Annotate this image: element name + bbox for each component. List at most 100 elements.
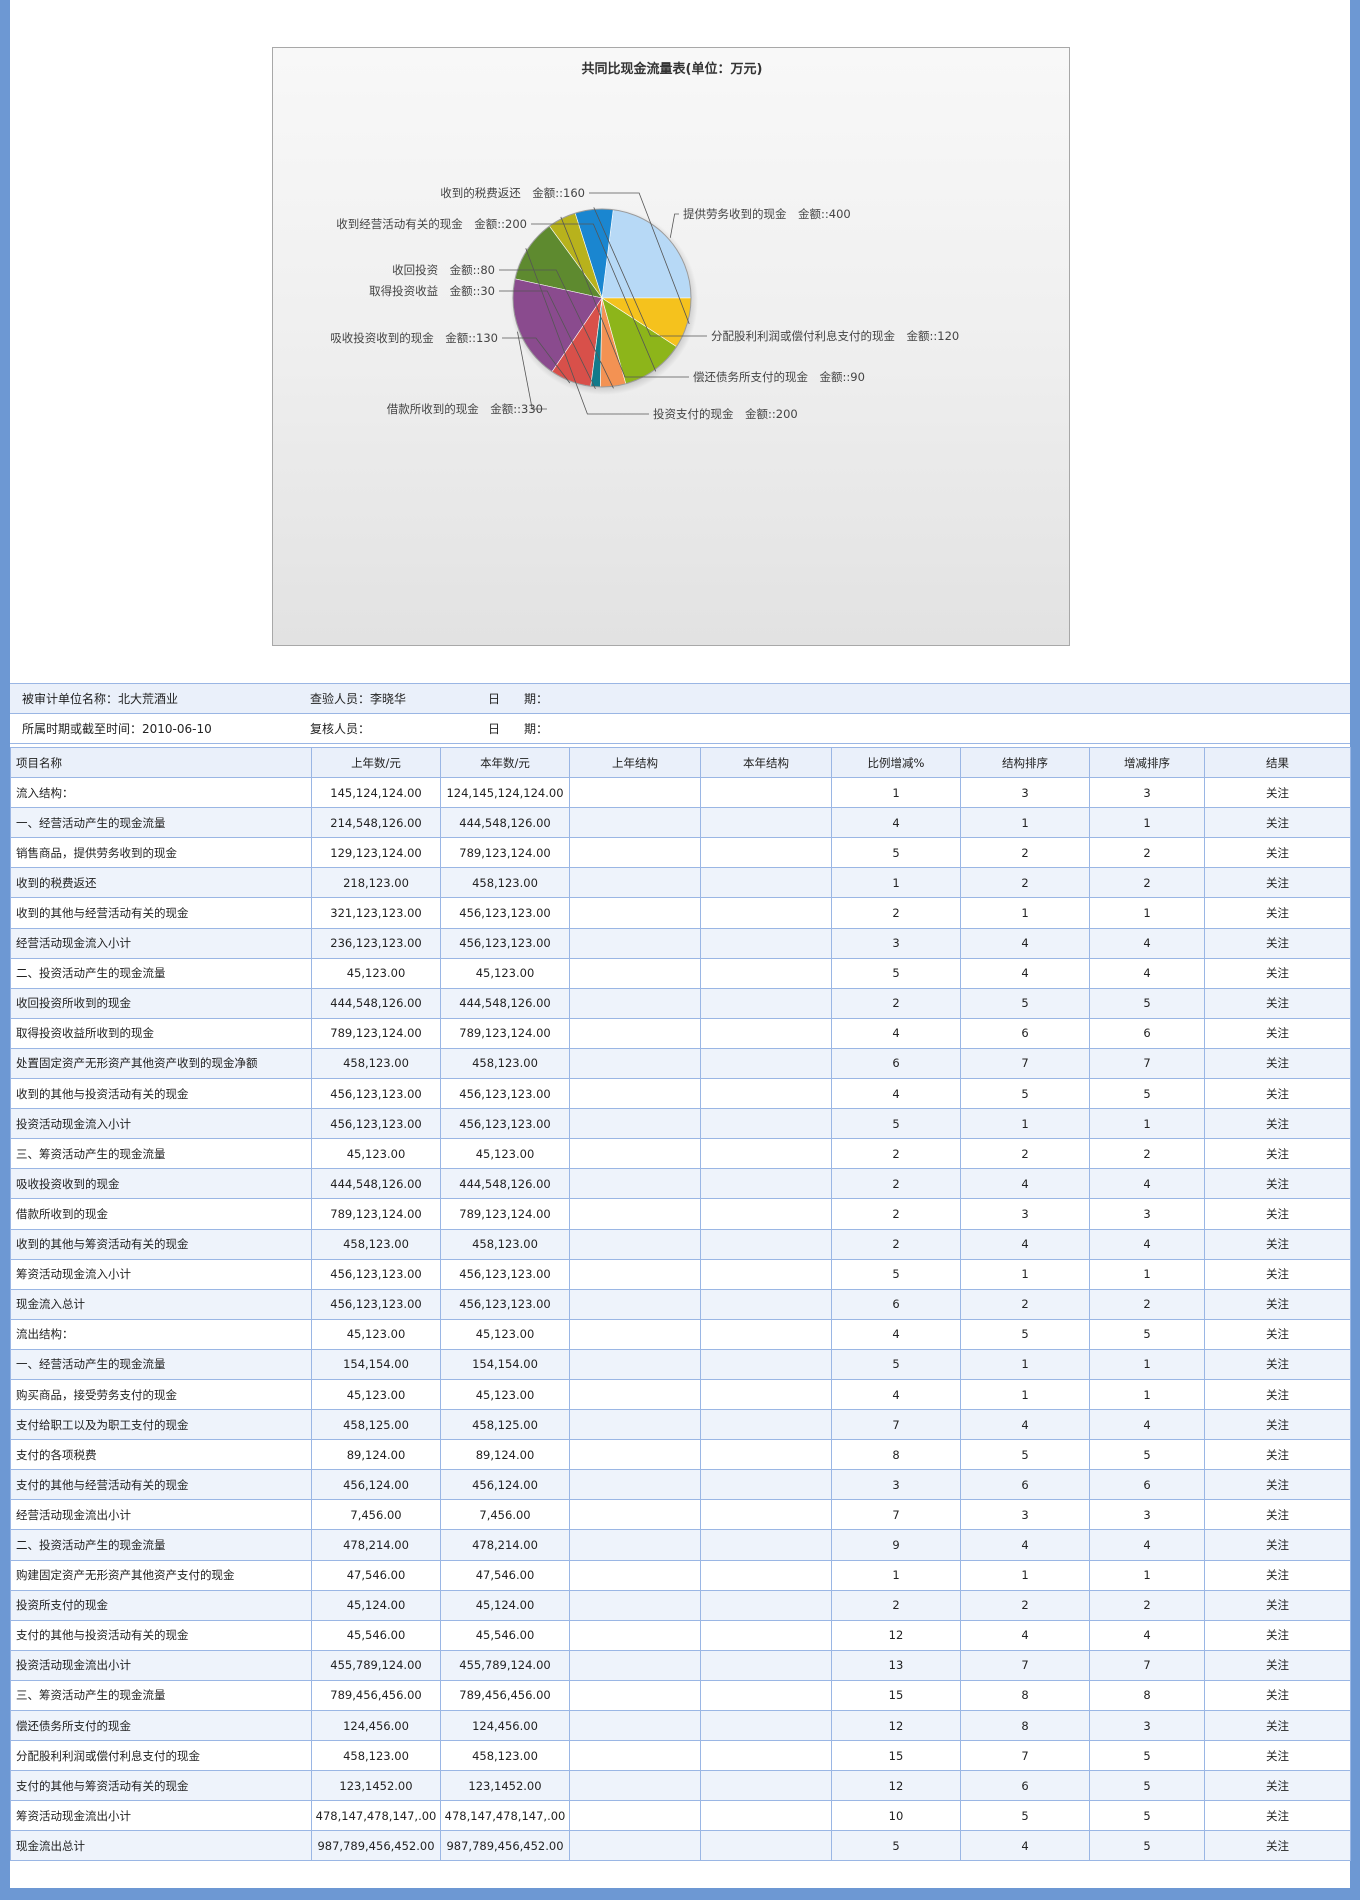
item-name-cell: 经营活动现金流入小计 xyxy=(10,927,312,959)
prev-structure-cell xyxy=(569,1378,701,1411)
prev-structure-cell xyxy=(569,1559,701,1591)
this-structure-cell xyxy=(700,1017,832,1049)
this-structure-cell xyxy=(700,1409,832,1441)
change-rank-cell: 4 xyxy=(1089,1409,1205,1441)
prev-year-cell: 45,124.00 xyxy=(311,1589,441,1621)
structure-rank-cell: 4 xyxy=(960,1529,1090,1561)
this-year-cell: 444,548,126.00 xyxy=(440,1168,570,1200)
result-cell: 关注 xyxy=(1204,987,1351,1019)
reviewer-label: 复核人员： xyxy=(298,713,476,744)
structure-rank-cell: 5 xyxy=(960,1078,1090,1110)
item-name-cell: 分配股利利润或偿付利息支付的现金 xyxy=(10,1740,312,1772)
table-row: 支付给职工以及为职工支付的现金 458,125.00 458,125.00 7 4 4 关注 xyxy=(10,1409,1351,1441)
ratio-change-cell: 15 xyxy=(831,1740,961,1772)
change-rank-cell: 4 xyxy=(1089,1228,1205,1260)
prev-structure-cell xyxy=(569,1619,701,1651)
slice-label: 吸收投资收到的现金 金额::130 xyxy=(330,331,498,345)
change-rank-cell: 5 xyxy=(1089,1078,1205,1110)
ratio-change-cell: 5 xyxy=(831,1258,961,1290)
prev-structure-cell xyxy=(569,927,701,959)
ratio-change-cell: 12 xyxy=(831,1770,961,1802)
table-row: 吸收投资收到的现金 444,548,126.00 444,548,126.00 2 4 4… xyxy=(10,1168,1351,1200)
structure-rank-cell: 5 xyxy=(960,1800,1090,1832)
item-name-cell: 二、投资活动产生的现金流量 xyxy=(10,1529,312,1561)
change-rank-cell: 6 xyxy=(1089,1017,1205,1049)
date-label: 日 期： xyxy=(476,683,1350,714)
change-rank-cell: 4 xyxy=(1089,1168,1205,1200)
prev-structure-cell xyxy=(569,807,701,839)
this-structure-cell xyxy=(700,1138,832,1170)
prev-year-cell: 455,789,124.00 xyxy=(311,1649,441,1681)
table-row: 三、筹资活动产生的现金流量 789,456,456.00 789,456,456.0… xyxy=(10,1679,1351,1712)
this-year-cell: 45,546.00 xyxy=(440,1619,570,1651)
pie-slice[interactable] xyxy=(601,209,692,299)
table-row: 收到的税费返还 218,123.00 458,123.00 1 2 2 关注 xyxy=(10,867,1351,899)
ratio-change-cell: 4 xyxy=(831,1318,961,1350)
audited-unit-label: 被审计单位名称：北大荒酒业 xyxy=(10,683,298,714)
ratio-change-cell: 4 xyxy=(831,1017,961,1049)
result-cell: 关注 xyxy=(1204,1679,1351,1712)
prev-year-cell: 124,456.00 xyxy=(311,1709,441,1742)
ratio-change-cell: 7 xyxy=(831,1409,961,1441)
result-cell: 关注 xyxy=(1204,1409,1351,1441)
ratio-change-cell: 10 xyxy=(831,1800,961,1832)
prev-structure-cell xyxy=(569,837,701,869)
prev-year-cell: 789,123,124.00 xyxy=(311,1198,441,1230)
column-header: 增减排序 xyxy=(1089,746,1205,779)
change-rank-cell: 2 xyxy=(1089,1288,1205,1320)
item-name-cell: 收回投资所收到的现金 xyxy=(10,987,312,1019)
this-structure-cell xyxy=(700,777,832,809)
change-rank-cell: 5 xyxy=(1089,1439,1205,1471)
item-name-cell: 收到的其他与经营活动有关的现金 xyxy=(10,897,312,929)
change-rank-cell: 1 xyxy=(1089,1108,1205,1140)
structure-rank-cell: 6 xyxy=(960,1770,1090,1802)
result-cell: 关注 xyxy=(1204,1740,1351,1772)
ratio-change-cell: 4 xyxy=(831,807,961,839)
this-year-cell: 478,214.00 xyxy=(440,1529,570,1561)
table-row: 处置固定资产无形资产其他资产收到的现金净额 458,123.00 458,123.0… xyxy=(10,1047,1351,1080)
item-name-cell: 购建固定资产无形资产其他资产支付的现金 xyxy=(10,1559,312,1591)
result-cell: 关注 xyxy=(1204,1168,1351,1200)
table-row: 流入结构： 145,124,124.00 124,145,124,124.00 1 3 3… xyxy=(10,777,1351,809)
prev-year-cell: 154,154.00 xyxy=(311,1348,441,1380)
table-row: 二、投资活动产生的现金流量 45,123.00 45,123.00 5 4 4 关注 xyxy=(10,957,1351,989)
prev-year-cell: 478,147,478,147,.00 xyxy=(311,1800,441,1832)
change-rank-cell: 4 xyxy=(1089,957,1205,989)
change-rank-cell: 2 xyxy=(1089,1589,1205,1621)
prev-year-cell: 987,789,456,452.00 xyxy=(311,1830,441,1862)
prev-structure-cell xyxy=(569,1258,701,1290)
structure-rank-cell: 5 xyxy=(960,1439,1090,1471)
result-cell: 关注 xyxy=(1204,1288,1351,1320)
this-structure-cell xyxy=(700,1589,832,1621)
item-name-cell: 支付的各项税费 xyxy=(10,1439,312,1471)
prev-year-cell: 45,123.00 xyxy=(311,957,441,989)
prev-structure-cell xyxy=(569,1017,701,1049)
this-year-cell: 455,789,124.00 xyxy=(440,1649,570,1681)
change-rank-cell: 2 xyxy=(1089,837,1205,869)
info-row: 被审计单位名称：北大荒酒业 查验人员：李晓华 日 期： xyxy=(10,683,1350,714)
result-cell: 关注 xyxy=(1204,1529,1351,1561)
info-row: 所属时期或截至时间：2010-06-10 复核人员： 日 期： xyxy=(10,713,1350,744)
item-name-cell: 三、筹资活动产生的现金流量 xyxy=(10,1138,312,1170)
item-name-cell: 借款所收到的现金 xyxy=(10,1198,312,1230)
structure-rank-cell: 4 xyxy=(960,927,1090,959)
prev-structure-cell xyxy=(569,1740,701,1772)
slice-label: 分配股利利润或偿付利息支付的现金 金额::120 xyxy=(711,329,959,343)
prev-structure-cell xyxy=(569,1047,701,1080)
table-row: 收到的其他与筹资活动有关的现金 458,123.00 458,123.00 2 4 4 关注 xyxy=(10,1228,1351,1260)
structure-rank-cell: 8 xyxy=(960,1679,1090,1712)
slice-label: 提供劳务收到的现金 金额::400 xyxy=(683,207,851,221)
structure-rank-cell: 5 xyxy=(960,987,1090,1019)
change-rank-cell: 1 xyxy=(1089,897,1205,929)
this-structure-cell xyxy=(700,1378,832,1411)
this-structure-cell xyxy=(700,1348,832,1380)
prev-year-cell: 458,125.00 xyxy=(311,1409,441,1441)
prev-year-cell: 45,546.00 xyxy=(311,1619,441,1651)
prev-year-cell: 456,123,123.00 xyxy=(311,1078,441,1110)
structure-rank-cell: 7 xyxy=(960,1047,1090,1080)
this-year-cell: 124,145,124,124.00 xyxy=(440,777,570,809)
column-header: 结构排序 xyxy=(960,746,1090,779)
change-rank-cell: 2 xyxy=(1089,867,1205,899)
table-row: 三、筹资活动产生的现金流量 45,123.00 45,123.00 2 2 2 关注 xyxy=(10,1138,1351,1170)
table-row: 支付的其他与投资活动有关的现金 45,546.00 45,546.00 12 4 4 关注 xyxy=(10,1619,1351,1651)
